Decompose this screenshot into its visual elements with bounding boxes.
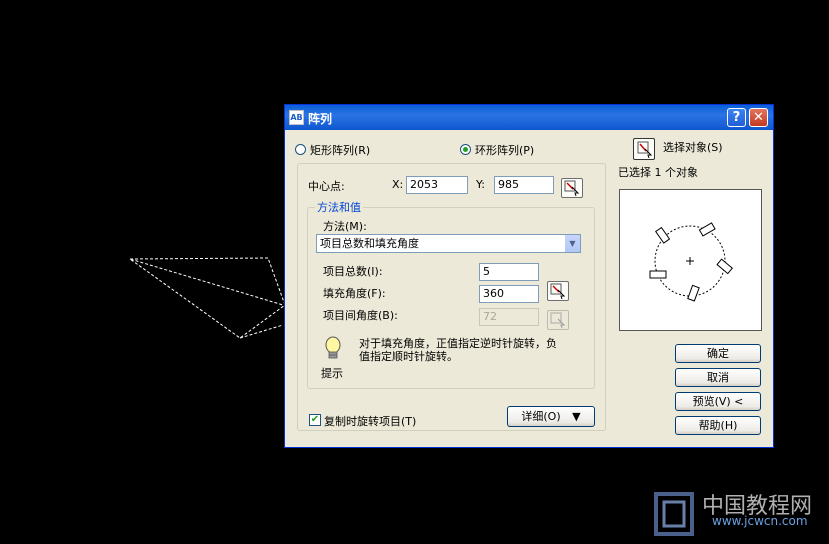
pick-angle-between-button [547,310,569,330]
total-items-input[interactable]: 5 [479,263,539,281]
center-x-input[interactable]: 2053 [406,176,468,194]
polar-array-preview-image [649,222,733,302]
close-button[interactable]: ✕ [749,108,768,127]
center-y-label: Y: [476,178,485,191]
rotate-items-label[interactable]: 复制时旋转项目(T) [324,413,416,429]
method-select[interactable]: 项目总数和填充角度 ▼ [316,234,581,253]
rect-array-label[interactable]: 矩形阵列(R) [310,142,370,158]
chevron-down-icon[interactable]: ▼ [564,235,580,252]
lightbulb-icon [325,336,341,359]
watermark-logo-icon [654,492,694,536]
rect-array-radio[interactable] [295,144,306,155]
select-objects-label: 选择对象(S) [663,141,723,154]
dialog-title: 阵列 [308,112,333,126]
method-label: 方法(M): [323,220,367,233]
array-icon: AB [289,110,304,125]
cancel-button[interactable]: 取消 [675,368,761,387]
tip-label: 提示 [321,367,343,380]
chevron-down-icon: ▼ [572,410,581,423]
selected-count-text: 已选择 1 个对象 [618,166,698,179]
pick-angle-disabled-icon [550,312,566,329]
details-button[interactable]: 详细(O) ▼ [507,406,595,427]
method-group-title: 方法和值 [315,199,363,215]
array-preview [619,189,762,331]
select-objects-icon [637,141,653,159]
title-help-button[interactable]: ? [727,108,746,127]
selected-polyline [129,257,286,339]
fill-angle-input[interactable]: 360 [479,285,539,303]
center-x-label: X: [392,178,404,191]
center-y-input[interactable]: 985 [494,176,554,194]
polar-array-radio[interactable] [460,144,471,155]
preview-button[interactable]: 预览(V) < [675,392,761,411]
tip-text-line2: 值指定顺时针旋转。 [359,350,458,363]
site-watermark: 中国教程网 www.jcwcn.com [650,484,826,542]
title-bar[interactable]: AB 阵列 ? ✕ [285,105,773,130]
pick-angle-icon [550,283,566,300]
rotate-items-checkbox[interactable]: ✔ [309,414,321,426]
array-dialog: AB 阵列 ? ✕ 矩形阵列(R) 环形阵列(P) 中心点: X: 2053 Y… [284,104,774,448]
total-items-label: 项目总数(I): [323,265,383,278]
ok-button[interactable]: 确定 [675,344,761,363]
fill-angle-label: 填充角度(F): [323,287,386,300]
help-button[interactable]: 帮助(H) [675,416,761,435]
watermark-url: www.jcwcn.com [712,514,808,528]
polar-array-label[interactable]: 环形阵列(P) [475,142,534,158]
angle-between-input: 72 [479,308,539,326]
pick-fill-angle-button[interactable] [547,281,569,301]
pick-point-icon [564,180,580,197]
select-objects-button[interactable] [633,138,655,160]
details-button-label: 详细(O) [521,410,561,423]
pick-center-button[interactable] [561,178,583,198]
center-point-label: 中心点: [308,180,345,193]
method-select-value: 项目总数和填充角度 [320,237,419,250]
angle-between-label: 项目间角度(B): [323,309,398,322]
selected-polyline-edge [239,324,284,339]
